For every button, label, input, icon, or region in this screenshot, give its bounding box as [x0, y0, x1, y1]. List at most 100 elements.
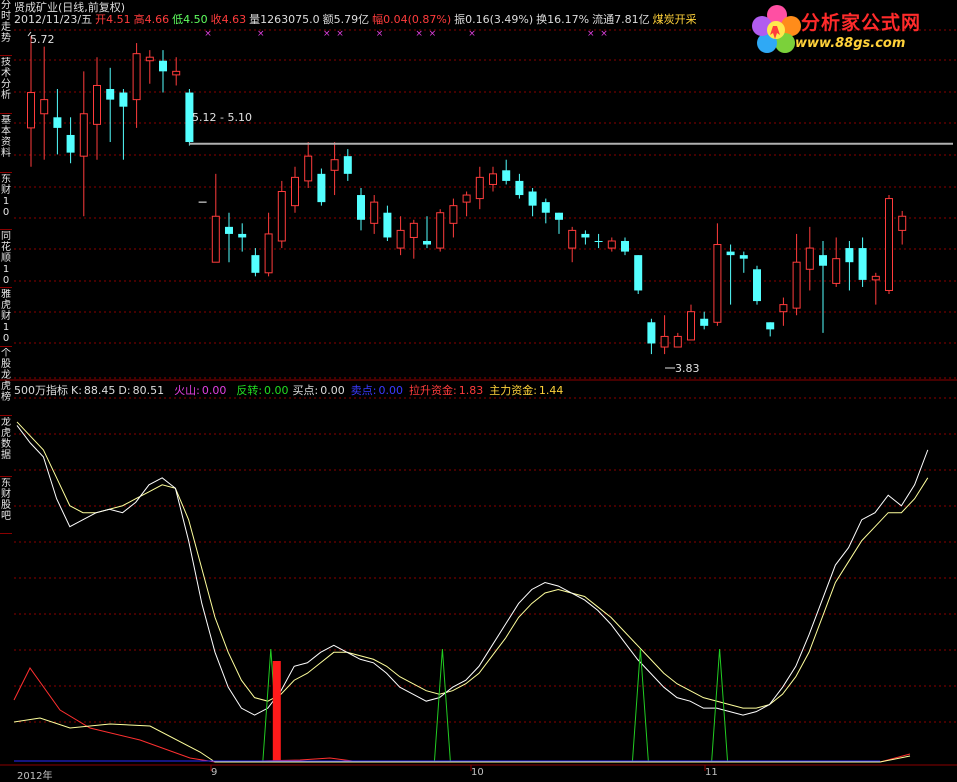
candle-body — [343, 156, 352, 174]
candle-body — [53, 117, 62, 128]
candle-body — [555, 212, 563, 220]
range-marker: 5.12 - 5.10 — [192, 111, 252, 124]
candle-body — [132, 53, 141, 101]
logo-url: www.88gs.com — [795, 36, 906, 51]
quote-open: 4.51 — [106, 13, 131, 26]
x-axis-label-sep: 9 — [211, 767, 218, 778]
candle-body — [819, 255, 827, 266]
candle-body — [304, 155, 313, 182]
buy-flag-mark: × — [468, 29, 476, 39]
indicator-buy: 0.00 — [320, 384, 345, 397]
candle-body — [779, 304, 788, 313]
candle-body — [251, 255, 260, 273]
buy-flag-mark: × — [336, 29, 344, 39]
candle-body — [462, 194, 471, 203]
candle-body — [27, 92, 35, 129]
quote-high: 4.66 — [144, 13, 170, 26]
quote-sector: 煤炭开采 — [652, 13, 697, 26]
candle-body — [726, 251, 735, 256]
indicator-header: 500万指标 K: 88.45 D: 80.51 火山: 0.00 反转: 0.00 买点: 0.0… — [14, 384, 564, 397]
candle-body — [700, 318, 709, 326]
chart-area[interactable]: × × × × × × × × × × 贤成矿业(日线,前复权) 2012/11/23/五 开4.5… — [0, 0, 957, 782]
quote-low: 4.50 — [183, 13, 208, 26]
candle-body — [502, 170, 511, 181]
buy-flag-mark: × — [600, 29, 608, 39]
indicator-reversal: 0.00 — [264, 384, 289, 397]
candle-body — [317, 173, 326, 203]
buy-flag-mark: × — [587, 29, 595, 39]
quote-change: 0.04(0.87%) — [383, 13, 452, 26]
indicator-d: 80.51 — [132, 384, 165, 397]
candle-body — [159, 60, 167, 72]
candle-body — [423, 240, 431, 245]
candle-body — [357, 195, 365, 220]
candle-body — [515, 180, 524, 196]
candle-body — [594, 240, 603, 242]
candle-body — [871, 275, 880, 281]
candle-body — [79, 113, 88, 157]
candle-body — [264, 233, 273, 274]
candle-body — [119, 92, 128, 107]
candle-body — [93, 84, 101, 125]
candle-body — [40, 99, 49, 115]
candle-body — [568, 229, 577, 249]
quote-float: 7.81亿 — [614, 13, 650, 26]
quote-date: 2012/11/23/五 — [14, 13, 93, 26]
candle-body — [489, 173, 497, 185]
quote-amount: 5.79亿 — [333, 13, 370, 26]
candle-body — [541, 202, 550, 213]
indicator-volcano: 0.00 — [201, 384, 227, 397]
candle-body — [436, 212, 445, 249]
candle-body — [713, 244, 722, 323]
candle-body — [898, 215, 907, 231]
d-line — [16, 421, 929, 709]
indicator-k: 88.45 — [83, 384, 116, 397]
candle-body — [449, 205, 458, 224]
candle-body — [475, 176, 484, 200]
candle-body — [66, 134, 75, 153]
candle-body — [805, 247, 814, 270]
candle-body — [238, 233, 247, 238]
candle-body — [687, 311, 695, 341]
k-line — [16, 425, 929, 716]
buy-flag-mark: × — [429, 29, 437, 39]
candle-body — [106, 89, 115, 100]
candle-body — [225, 226, 233, 234]
buy-flag-mark: × — [204, 29, 212, 39]
candle-body — [172, 70, 181, 76]
candle-body — [409, 222, 418, 238]
candle-body — [673, 335, 682, 348]
candle-body — [621, 240, 629, 252]
logo-title: 分析家公式网 — [801, 12, 922, 34]
high-price-marker: 5.72 — [30, 33, 55, 46]
candle-body — [753, 269, 761, 302]
candle-body — [660, 335, 669, 348]
candle-body — [647, 322, 656, 344]
main-money-line — [13, 717, 911, 763]
x-axis-label-oct: 10 — [471, 767, 484, 778]
quote-amplitude: 0.16(3.49%) — [465, 13, 534, 26]
reversal-signal — [631, 648, 649, 763]
quote-header: 2012/11/23/五 开4.51 高4.66 低4.50 收4.63 量1263075… — [14, 13, 697, 26]
candle-body — [832, 258, 841, 284]
candle-body — [211, 215, 220, 263]
candle-body — [792, 261, 801, 309]
quote-close: 4.63 — [221, 13, 247, 26]
buy-flag-mark: × — [323, 29, 331, 39]
indicator-main: 1.44 — [538, 384, 564, 397]
x-axis-label-year: 2012年 — [17, 771, 53, 782]
candle-body — [858, 248, 867, 280]
candle-body — [607, 240, 616, 249]
candle-body — [277, 191, 286, 242]
candle-body — [383, 212, 392, 238]
low-price-marker: 3.83 — [675, 362, 700, 375]
candle-body — [885, 198, 893, 291]
candle-body — [739, 255, 748, 259]
indicator-pull: 1.83 — [458, 384, 484, 397]
buy-flag-mark: × — [376, 29, 384, 39]
indicator-name: 500万指标 — [14, 384, 68, 397]
money-bar — [272, 661, 281, 762]
buy-flag-mark: × — [415, 29, 423, 39]
candle-body — [528, 191, 537, 206]
candle-body — [370, 201, 379, 224]
